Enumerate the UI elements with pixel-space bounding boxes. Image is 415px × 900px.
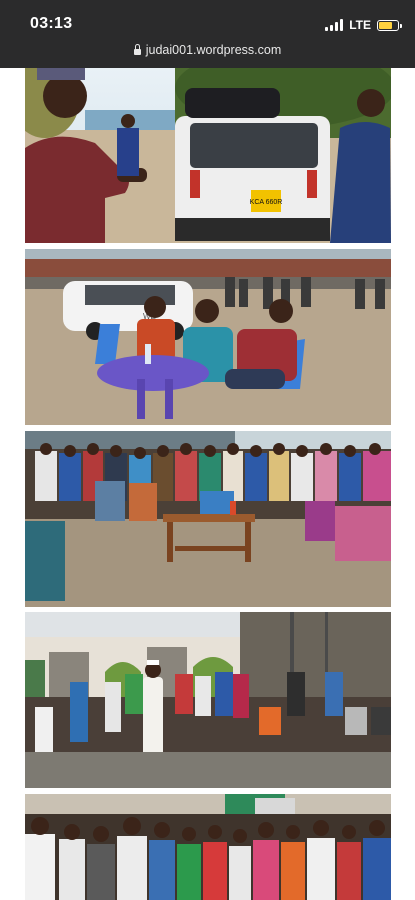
photo-children-crowd-image bbox=[25, 794, 391, 900]
browser-top-bar: 03:13 LTE judai001.wordpress.com bbox=[0, 0, 415, 68]
battery-level-fill bbox=[379, 21, 392, 29]
photo-crowd-gathering-image bbox=[25, 431, 391, 607]
photo-table-meeting[interactable]: WE bbox=[25, 249, 391, 425]
status-time: 03:13 bbox=[30, 15, 73, 32]
page-content[interactable]: KCA 660R WE bbox=[0, 68, 415, 900]
license-plate: KCA 660R bbox=[250, 199, 283, 206]
photo-street-speaker[interactable] bbox=[25, 612, 391, 788]
battery-icon bbox=[377, 19, 402, 31]
lock-icon bbox=[133, 44, 141, 55]
photo-beach-gathering-image: KCA 660R bbox=[25, 68, 391, 243]
photo-beach-gathering[interactable]: KCA 660R bbox=[25, 68, 391, 243]
photo-street-speaker-image bbox=[25, 612, 391, 788]
photo-children-crowd[interactable] bbox=[25, 794, 391, 900]
photo-crowd-gathering[interactable] bbox=[25, 431, 391, 607]
cellular-signal-icon bbox=[325, 19, 344, 31]
url-text: judai001.wordpress.com bbox=[145, 43, 282, 57]
address-bar[interactable]: judai001.wordpress.com bbox=[0, 43, 415, 57]
photo-table-meeting-image: WE bbox=[25, 249, 391, 425]
network-type: LTE bbox=[349, 18, 371, 32]
status-indicators: LTE bbox=[325, 17, 402, 33]
